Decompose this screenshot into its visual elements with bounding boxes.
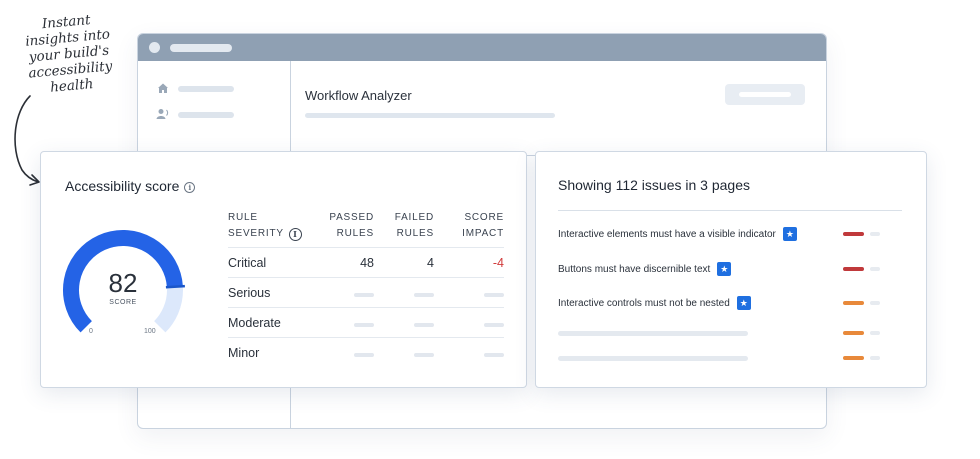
accessibility-score-card: Accessibility score i 82 SCORE 0 100 RULE…	[40, 151, 527, 388]
value-placeholder	[484, 352, 504, 357]
value-placeholder	[414, 322, 434, 327]
severity-bar-placeholder	[870, 267, 880, 271]
severity-bar	[843, 232, 864, 236]
severity-cell: Critical	[228, 247, 324, 278]
page-title: Workflow Analyzer	[305, 88, 412, 103]
issue-text-placeholder	[558, 330, 748, 336]
sidebar-item-users[interactable]	[156, 108, 234, 122]
failed-cell	[374, 277, 434, 308]
value-placeholder	[354, 292, 374, 297]
issue-row[interactable]: Buttons must have discernible text ★	[558, 260, 902, 278]
header-text: SCORE	[464, 212, 504, 223]
value-placeholder	[414, 352, 434, 357]
score-card-title-text: Accessibility score	[65, 178, 180, 194]
issues-card: Showing 112 issues in 3 pages Interactiv…	[535, 151, 927, 388]
window-titlebar	[138, 34, 826, 61]
severity-cell: Serious	[228, 277, 324, 308]
gauge-max-label: 100	[144, 328, 156, 335]
header-text: RULES	[396, 228, 434, 239]
score-value: 82	[108, 268, 138, 298]
header-text: FAILED	[394, 212, 434, 223]
header-text: IMPACT	[462, 228, 504, 239]
titlebar-placeholder	[170, 44, 232, 52]
header-action-button[interactable]	[725, 84, 805, 105]
header-rule-severity: RULE SEVERITY i	[228, 210, 324, 248]
impact-cell: -4	[434, 247, 504, 278]
window-header: Workflow Analyzer	[291, 61, 826, 156]
severity-bar	[843, 356, 864, 360]
value-placeholder	[484, 322, 504, 327]
star-icon[interactable]: ★	[736, 296, 751, 310]
window-control-dot[interactable]	[149, 42, 160, 53]
failed-cell	[374, 307, 434, 338]
severity-bar-placeholder	[870, 356, 880, 360]
severity-table: RULE SEVERITY i PASSED RULES FAILED RULES…	[228, 210, 504, 367]
star-icon[interactable]: ★	[782, 227, 797, 241]
severity-cell: Minor	[228, 345, 260, 360]
sidebar-item-home[interactable]	[156, 82, 234, 96]
issue-row[interactable]: Interactive controls must not be nested …	[558, 294, 902, 312]
gauge-marker	[165, 284, 185, 289]
header-score-impact: SCORE IMPACT	[434, 210, 504, 248]
impact-cell	[434, 338, 504, 368]
header-passed-rules: PASSED RULES	[324, 210, 374, 248]
passed-cell	[324, 338, 374, 368]
issue-text: Interactive elements must have a visible…	[558, 228, 776, 240]
issue-row[interactable]	[558, 324, 902, 342]
header-failed-rules: FAILED RULES	[374, 210, 434, 248]
issue-text-placeholder	[558, 355, 748, 361]
issue-text: Interactive controls must not be nested	[558, 297, 730, 309]
home-icon	[156, 82, 170, 96]
header-text: RULE	[228, 212, 258, 223]
value-placeholder	[414, 292, 434, 297]
table-row[interactable]: Critical 48 4 -4	[228, 247, 504, 278]
severity-bar	[843, 267, 864, 271]
table-row[interactable]: Minor	[228, 338, 504, 368]
divider	[558, 210, 902, 211]
sidebar-item-placeholder	[178, 112, 234, 118]
impact-cell	[434, 277, 504, 308]
gauge-min-label: 0	[89, 328, 93, 335]
sidebar-item-placeholder	[178, 86, 234, 92]
severity-bar	[843, 301, 864, 305]
issue-row[interactable]: Interactive elements must have a visible…	[558, 225, 902, 243]
subtitle-placeholder	[305, 113, 555, 118]
severity-bar-placeholder	[870, 301, 880, 305]
users-icon	[156, 108, 170, 122]
table-row[interactable]: Moderate	[228, 307, 504, 338]
info-icon[interactable]: i	[288, 228, 302, 241]
header-text: PASSED	[329, 212, 374, 223]
star-icon[interactable]: ★	[717, 262, 732, 276]
severity-bar-placeholder	[870, 331, 880, 335]
failed-cell	[374, 338, 434, 368]
passed-cell	[324, 307, 374, 338]
annotation-note: Instant insights into your build's acces…	[11, 9, 128, 98]
passed-cell: 48	[324, 247, 374, 278]
issue-row[interactable]	[558, 349, 902, 367]
issues-title: Showing 112 issues in 3 pages	[558, 177, 750, 193]
value-placeholder	[484, 292, 504, 297]
value-placeholder	[354, 352, 374, 357]
score-label: SCORE	[109, 299, 137, 306]
info-icon[interactable]: i	[184, 182, 196, 193]
button-label-placeholder	[739, 92, 791, 97]
table-row[interactable]: Serious	[228, 277, 504, 308]
impact-cell	[434, 307, 504, 338]
value-placeholder	[354, 322, 374, 327]
score-card-title: Accessibility score i	[65, 178, 196, 194]
severity-cell: Moderate	[228, 307, 324, 338]
severity-bar-placeholder	[870, 232, 880, 236]
severity-bar	[843, 331, 864, 335]
header-text: SEVERITY	[228, 228, 284, 239]
header-text: RULES	[336, 228, 374, 239]
passed-cell	[324, 277, 374, 308]
issue-text: Buttons must have discernible text	[558, 263, 711, 275]
failed-cell: 4	[374, 247, 434, 278]
table-header-row: RULE SEVERITY i PASSED RULES FAILED RULES…	[228, 210, 504, 248]
